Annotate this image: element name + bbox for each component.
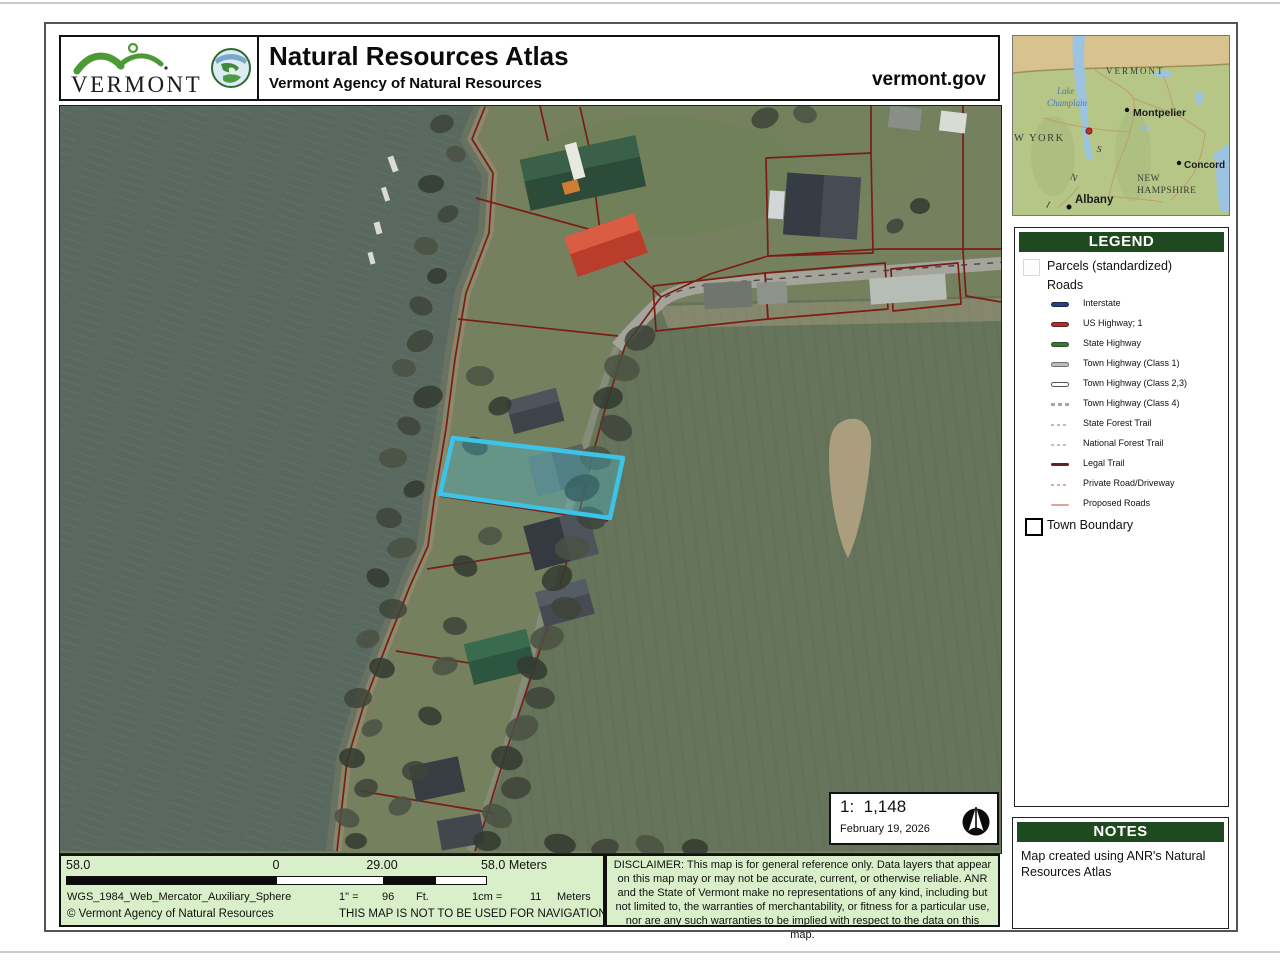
scale-bar: [66, 876, 487, 885]
legend-road-item: Legal Trail: [1015, 454, 1228, 474]
scale-label-right: 58.0 Meters: [481, 858, 547, 872]
road-swatch-state-icon: [1051, 342, 1069, 347]
legend-road-item: Proposed Roads: [1015, 494, 1228, 514]
road-swatch-us-icon: [1051, 322, 1069, 327]
inch-scale-label: 1" =: [339, 891, 359, 903]
road-swatch-natforest-icon: [1051, 444, 1069, 446]
inset-albany-label: Albany: [1075, 194, 1114, 206]
page-header: VERMONT Natural Resources Atlas Vermont …: [59, 35, 1000, 101]
road-swatch-proposed-icon: [1051, 504, 1069, 506]
map-viewport: 1: 1,148 February 19, 2026: [59, 105, 1002, 854]
scale-date-box: 1: 1,148 February 19, 2026: [829, 792, 999, 845]
scale-bar-panel: 58.0 0 29.00 58.0 Meters WGS_1984_Web_Me…: [59, 854, 605, 927]
legend-road-label: Interstate: [1083, 298, 1121, 308]
notes-header: NOTES: [1017, 822, 1224, 842]
legend-road-label: Proposed Roads: [1083, 498, 1150, 508]
notes-panel: NOTES Map created using ANR's Natural Re…: [1012, 817, 1229, 929]
scale-label-left: 58.0: [66, 858, 90, 872]
header-divider: [257, 37, 259, 99]
scale-label-mid: 29.00: [366, 858, 397, 872]
inch-scale-value: 96: [382, 891, 394, 903]
legend-road-label: State Forest Trail: [1083, 418, 1152, 428]
inset-location-marker: [1086, 128, 1092, 134]
vermont-logo-text: VERMONT: [71, 72, 202, 97]
disclaimer-text: DISCLAIMER: This map is for general refe…: [605, 854, 1000, 927]
legend-parcels-label: Parcels (standardized): [1047, 259, 1172, 273]
legend-road-item: State Highway: [1015, 334, 1228, 354]
map-date: February 19, 2026: [840, 823, 930, 835]
road-swatch-class1-icon: [1051, 362, 1069, 367]
road-swatch-class4-icon: [1051, 403, 1069, 406]
cm-scale-label: 1cm =: [472, 891, 502, 903]
inset-vermont-label: VERMONT: [1106, 66, 1165, 76]
cm-scale-unit: Meters: [557, 891, 591, 903]
legend-road-label: Town Highway (Class 4): [1083, 398, 1180, 408]
legend-road-items: Interstate US Highway; 1 State Highway Town…: [1015, 294, 1228, 514]
legend-road-label: Private Road/Driveway: [1083, 478, 1175, 488]
copyright-label: © Vermont Agency of Natural Resources: [67, 908, 274, 920]
projection-label: WGS_1984_Web_Mercator_Auxiliary_Sphere: [67, 891, 291, 903]
north-arrow-icon: [960, 803, 992, 837]
parcels-swatch-icon: [1023, 259, 1040, 276]
navigation-warning: THIS MAP IS NOT TO BE USED FOR NAVIGATIO…: [339, 908, 607, 920]
map-print-page: VERMONT Natural Resources Atlas Vermont …: [44, 22, 1238, 932]
legend-road-label: Town Highway (Class 2,3): [1083, 378, 1187, 388]
vermont-gov-link[interactable]: vermont.gov: [872, 69, 986, 91]
legend-road-item: National Forest Trail: [1015, 434, 1228, 454]
inset-newyork-label: W YORK: [1014, 133, 1065, 144]
legend-road-item: US Highway; 1: [1015, 314, 1228, 334]
inset-lake-label-1: Lake: [1056, 86, 1075, 96]
road-swatch-legal-icon: [1051, 463, 1069, 466]
legend-panel: LEGEND Parcels (standardized) Roads Inte…: [1014, 227, 1229, 807]
legend-road-label: Legal Trail: [1083, 458, 1125, 468]
bottom-divider: [0, 951, 1280, 953]
legend-road-label: State Highway: [1083, 338, 1141, 348]
anr-globe-icon: [209, 46, 253, 90]
town-boundary-swatch-icon: [1025, 518, 1043, 536]
legend-town-boundary-label: Town Boundary: [1047, 518, 1133, 532]
cm-scale-value: 11: [530, 891, 541, 903]
legend-road-item: Town Highway (Class 2,3): [1015, 374, 1228, 394]
legend-road-item: Town Highway (Class 1): [1015, 354, 1228, 374]
notes-body: Map created using ANR's Natural Resource…: [1021, 849, 1217, 880]
locator-inset-map: VERMONT Lake Champlain Montpelier W YORK…: [1012, 35, 1230, 216]
road-swatch-stateforest-icon: [1051, 424, 1069, 426]
inset-nh-label-2: HAMPSHIRE: [1137, 186, 1196, 196]
legend-roads-label: Roads: [1047, 278, 1083, 292]
legend-road-item: Interstate: [1015, 294, 1228, 314]
inset-concord-label: Concord: [1184, 160, 1225, 171]
road-swatch-private-icon: [1051, 484, 1069, 486]
legend-road-item: Town Highway (Class 4): [1015, 394, 1228, 414]
top-divider: [0, 2, 1280, 4]
inch-scale-unit: Ft.: [416, 891, 429, 903]
vermont-logo: VERMONT: [69, 41, 219, 97]
legend-road-item: Private Road/Driveway: [1015, 474, 1228, 494]
legend-road-label: National Forest Trail: [1083, 438, 1164, 448]
inset-nh-label-1: NEW: [1137, 174, 1160, 184]
inset-lake-label-2: Champlain: [1047, 98, 1088, 108]
aerial-map-image: [60, 106, 1001, 853]
legend-road-item: State Forest Trail: [1015, 414, 1228, 434]
inset-montpelier-label: Montpelier: [1133, 107, 1186, 119]
legend-road-label: US Highway; 1: [1083, 318, 1143, 328]
scale-label-zero: 0: [273, 858, 280, 872]
map-scale-ratio: 1: 1,148: [840, 797, 906, 817]
legend-header: LEGEND: [1019, 232, 1224, 252]
road-swatch-class23-icon: [1051, 382, 1069, 387]
page-subtitle: Vermont Agency of Natural Resources: [269, 75, 542, 92]
legend-road-label: Town Highway (Class 1): [1083, 358, 1180, 368]
page-title: Natural Resources Atlas: [269, 41, 569, 72]
road-swatch-interstate-icon: [1051, 302, 1069, 307]
